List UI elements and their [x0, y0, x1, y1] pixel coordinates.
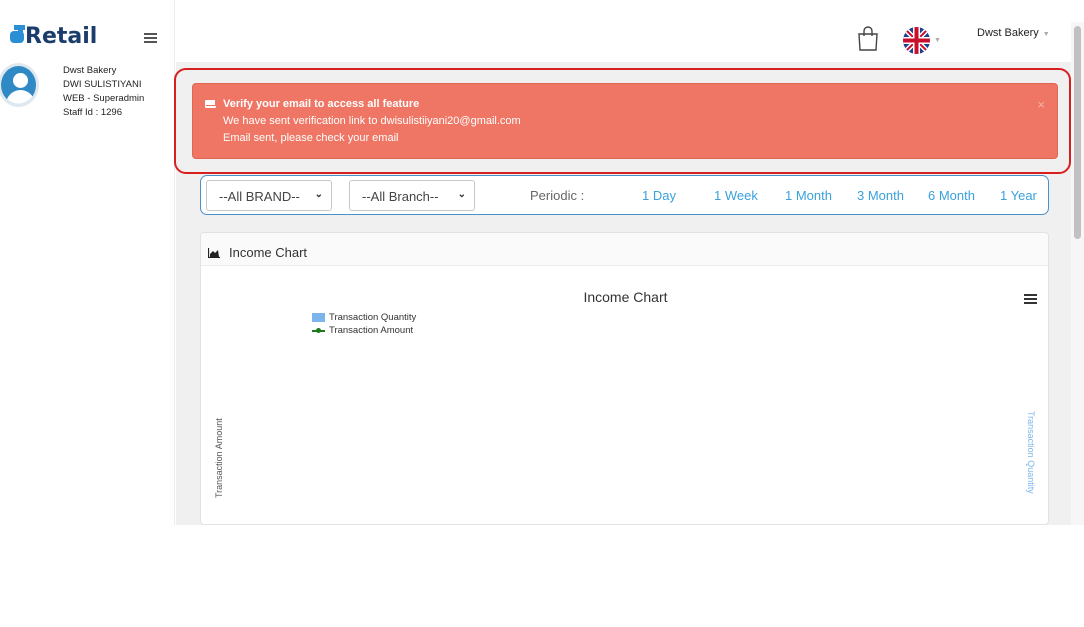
- language-caret-icon[interactable]: ▼: [934, 37, 941, 44]
- highlight-box: [174, 68, 1071, 174]
- branch-select-value: --All Branch--: [362, 189, 439, 204]
- chart-menu-icon[interactable]: [1024, 294, 1037, 305]
- brand-select[interactable]: --All BRAND-- ⌄: [206, 180, 332, 211]
- period-3-month[interactable]: 3 Month: [857, 188, 904, 203]
- legend-item-amount[interactable]: Transaction Amount: [312, 324, 416, 337]
- account-caret-icon: ▼: [1042, 31, 1050, 38]
- chart-title: Income Chart: [583, 289, 668, 305]
- card-header: Income Chart: [201, 233, 1048, 266]
- y-axis-left-label: Transaction Amount: [214, 418, 224, 498]
- period-1-year[interactable]: 1 Year: [1000, 188, 1037, 203]
- chevron-down-icon: ⌄: [457, 189, 466, 200]
- card-title: Income Chart: [229, 245, 308, 260]
- dretail-logo-icon: Retail: [10, 24, 97, 48]
- legend-label: Transaction Amount: [329, 325, 414, 336]
- user-role: WEB - Superadmin: [63, 93, 145, 104]
- income-chart-card: Income Chart Income Chart Transaction Qu…: [200, 232, 1049, 525]
- period-6-month[interactable]: 6 Month: [928, 188, 975, 203]
- account-name: Dwst Bakery: [977, 27, 1039, 39]
- uk-flag-icon[interactable]: [903, 27, 930, 54]
- svg-text:Retail: Retail: [25, 24, 97, 48]
- filter-bar: --All BRAND-- ⌄ --All Branch-- ⌄ Periodi…: [200, 175, 1049, 215]
- legend-swatch-bar: [312, 313, 325, 322]
- brand-select-value: --All BRAND--: [219, 189, 300, 204]
- scrollbar[interactable]: [1071, 22, 1084, 525]
- sidebar-toggle-icon[interactable]: [144, 33, 157, 44]
- shopping-bag-icon[interactable]: [856, 26, 880, 51]
- period-1-day[interactable]: 1 Day: [642, 188, 676, 203]
- user-info: Dwst Bakery DWI SULISTIYANI WEB - Supera…: [63, 64, 144, 120]
- area-chart-icon: [208, 248, 220, 258]
- scrollbar-thumb[interactable]: [1074, 26, 1081, 239]
- chevron-down-icon: ⌄: [314, 189, 323, 200]
- user-company: Dwst Bakery: [63, 65, 117, 76]
- period-1-week[interactable]: 1 Week: [714, 188, 758, 203]
- user-avatar[interactable]: [0, 63, 39, 107]
- y-axis-right-label: Transaction Quantity: [1026, 411, 1036, 494]
- user-name: DWI SULISTIYANI: [63, 79, 142, 90]
- sidebar: Retail Dwst Bakery DWI SULISTIYANI WEB -…: [0, 0, 175, 525]
- branch-select[interactable]: --All Branch-- ⌄: [349, 180, 475, 211]
- legend-swatch-line: [312, 326, 325, 335]
- legend-label: Transaction Quantity: [329, 312, 417, 323]
- app-window: Retail Dwst Bakery DWI SULISTIYANI WEB -…: [0, 0, 1084, 525]
- top-bar: [176, 0, 1071, 62]
- periodic-label: Periodic :: [530, 188, 585, 203]
- chart-legend: Transaction Quantity Transaction Amount: [312, 311, 416, 337]
- period-1-month[interactable]: 1 Month: [785, 188, 832, 203]
- user-staff-id: Staff Id : 1296: [63, 107, 122, 118]
- app-logo[interactable]: Retail: [10, 22, 110, 48]
- account-menu[interactable]: Dwst Bakery ▼: [977, 27, 1050, 39]
- legend-item-quantity[interactable]: Transaction Quantity: [312, 311, 416, 324]
